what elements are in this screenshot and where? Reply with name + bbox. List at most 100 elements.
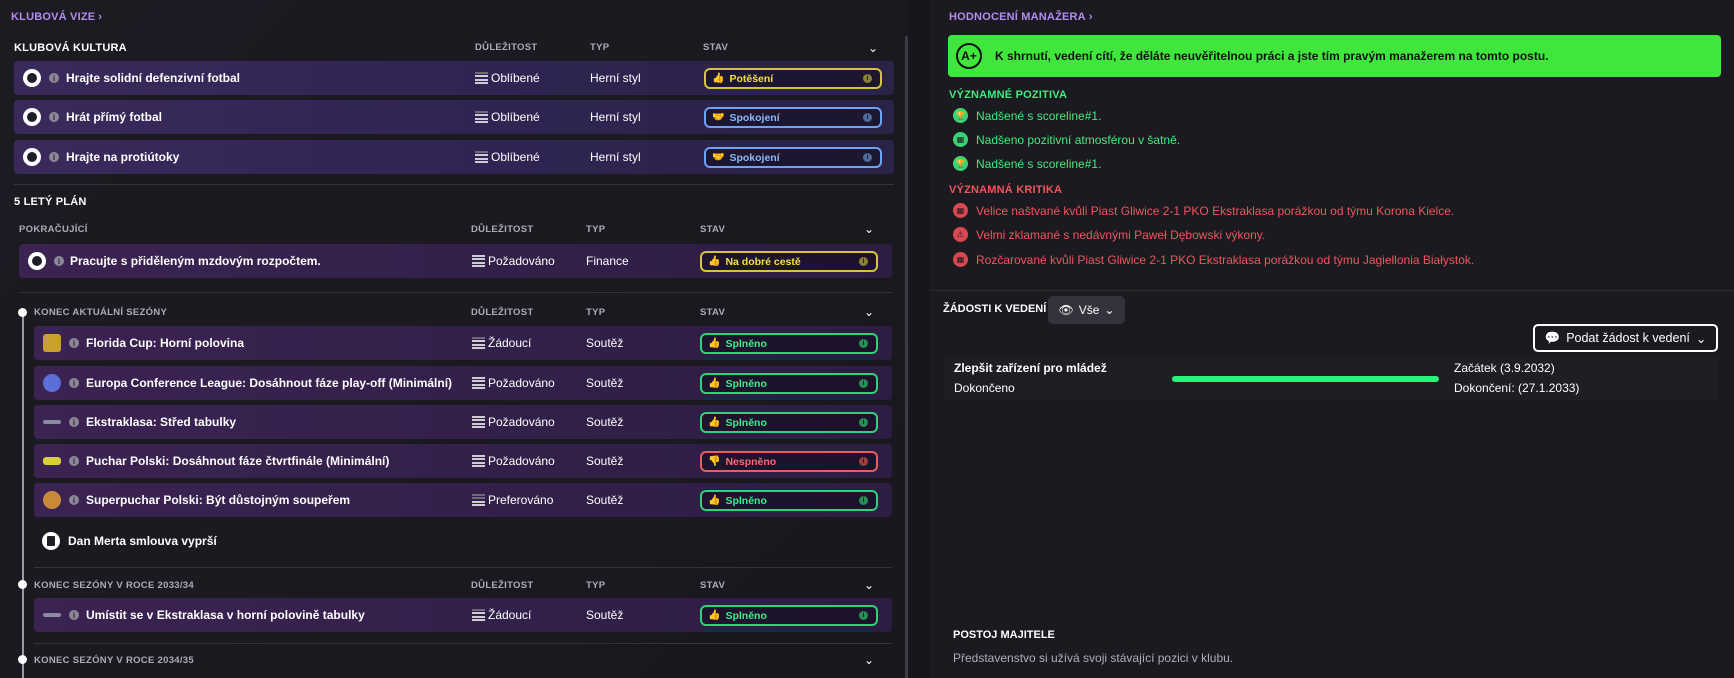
info-icon[interactable]: i <box>49 73 59 83</box>
calendar-icon: ▦ <box>953 252 968 267</box>
importance-bars-icon <box>472 254 485 268</box>
culture-row[interactable]: i Hrajte na protiútoky Oblíbené Herní st… <box>14 140 894 174</box>
status-label: Nespněno <box>725 455 777 468</box>
info-icon[interactable]: i <box>863 113 872 122</box>
info-icon[interactable]: i <box>859 257 868 266</box>
plan-row[interactable]: i Europa Conference League: Dosáhnout fá… <box>34 366 892 400</box>
contract-expiry-item[interactable]: Dan Merta smlouva vyprší <box>42 532 217 550</box>
importance: Oblíbené <box>475 71 540 85</box>
info-icon[interactable]: i <box>69 456 79 466</box>
status-badge[interactable]: 👍 Potěšení i <box>704 68 882 89</box>
filter-label: Vše <box>1078 303 1100 317</box>
info-icon[interactable]: i <box>69 378 79 388</box>
collapse-club-culture-chevron-icon[interactable]: ⌄ <box>866 41 880 55</box>
criticism-item[interactable]: ▦ Rozčarované kvůli Piast Gliwice 2-1 PKO… <box>953 252 1474 267</box>
importance-bars-icon <box>475 71 488 85</box>
timeline-dot <box>18 655 27 664</box>
submit-request-button[interactable]: 💬 Podat žádost k vedení ⌄ <box>1533 324 1718 352</box>
collapse-ongoing-chevron-icon[interactable]: ⌄ <box>862 222 876 236</box>
info-icon[interactable]: i <box>69 417 79 427</box>
importance: Požadováno <box>472 376 555 390</box>
culture-row[interactable]: i Hrajte solidní defenzivní fotbal Oblíb… <box>14 61 894 95</box>
collapse-end-2034-chevron-icon[interactable]: ⌄ <box>862 653 876 667</box>
criticism-item[interactable]: ▦ Velice naštvané kvůli Piast Gliwice 2-1… <box>953 203 1454 218</box>
info-icon[interactable]: i <box>859 611 868 620</box>
positive-item[interactable]: 🏆 Nadšené s scoreline#1. <box>953 156 1101 171</box>
puchar-polski-icon <box>43 457 61 465</box>
info-icon[interactable]: i <box>863 153 872 162</box>
divider <box>34 567 892 568</box>
info-icon[interactable]: i <box>54 256 64 266</box>
info-icon[interactable]: i <box>49 152 59 162</box>
criticism-text: Velmi zklamané s nedávnými Paweł Dębowsk… <box>976 227 1266 242</box>
col-type: TYP <box>586 307 606 318</box>
football-icon <box>23 69 41 87</box>
grade-badge: A+ <box>956 43 982 69</box>
info-icon[interactable]: i <box>49 112 59 122</box>
positive-item[interactable]: ▦ Nadšeno pozitivní atmosférou v šatně. <box>953 132 1180 147</box>
culture-title: Hrajte solidní defenzivní fotbal <box>66 71 241 85</box>
info-icon[interactable]: i <box>859 379 868 388</box>
col-importance: DŮLEŽITOST <box>471 307 534 318</box>
submit-request-label: Podat žádost k vedení <box>1566 331 1690 345</box>
timeline-dot <box>18 580 27 589</box>
type-label: Herní styl <box>590 71 641 85</box>
five-year-plan-title: 5 LETÝ PLÁN <box>14 196 87 208</box>
status-badge[interactable]: 👍 Splněno i <box>700 373 878 394</box>
type-label: Soutěž <box>586 493 624 507</box>
type-label: Soutěž <box>586 336 624 350</box>
plan-row[interactable]: i Florida Cup: Horní polovina Žádoucí So… <box>34 326 892 360</box>
status-label: Splněno <box>725 377 767 390</box>
criticism-title: VÝZNAMNÁ KRITIKA <box>949 184 1063 196</box>
chevron-right-icon: › <box>98 11 103 23</box>
status-badge[interactable]: 👍 Na dobré cestě i <box>700 251 878 272</box>
importance-label: Oblíbené <box>491 110 540 124</box>
divider <box>34 643 892 644</box>
status-badge[interactable]: 🤝 Spokojení i <box>704 147 882 168</box>
info-icon[interactable]: i <box>69 495 79 505</box>
info-icon[interactable]: i <box>859 339 868 348</box>
info-icon[interactable]: i <box>859 457 868 466</box>
football-icon <box>23 148 41 166</box>
col-type: TYP <box>586 224 606 235</box>
plan-row[interactable]: i Umístit se v Ekstraklasa v horní polov… <box>34 598 892 632</box>
status-badge[interactable]: 👍 Splněno i <box>700 412 878 433</box>
criticism-text: Velice naštvané kvůli Piast Gliwice 2-1 … <box>976 203 1455 218</box>
plan-row[interactable]: i Ekstraklasa: Střed tabulky Požadováno … <box>34 405 892 439</box>
request-row[interactable]: Zlepšit zařízení pro mládež Dokončeno Za… <box>944 356 1719 400</box>
request-progress-bar <box>1172 376 1439 382</box>
plan-row[interactable]: i Puchar Polski: Dosáhnout fáze čtvrtfin… <box>34 444 892 478</box>
type-label: Soutěž <box>586 454 624 468</box>
info-icon[interactable]: i <box>69 610 79 620</box>
importance-label: Požadováno <box>488 415 555 429</box>
plan-title: Umístit se v Ekstraklasa v horní polovin… <box>86 608 365 622</box>
status-badge[interactable]: 🤝 Spokojení i <box>704 107 882 128</box>
status-badge[interactable]: 👎 Nespněno i <box>700 451 878 472</box>
superpuchar-icon <box>43 491 61 509</box>
plan-row[interactable]: i Pracujte s přiděleným mzdovým rozpočte… <box>19 244 892 278</box>
scrollbar[interactable] <box>905 36 908 678</box>
status-badge[interactable]: 👍 Splněno i <box>700 490 878 511</box>
culture-row[interactable]: i Hrát přímý fotbal Oblíbené Herní styl … <box>14 100 894 134</box>
status-badge[interactable]: 👍 Splněno i <box>700 333 878 354</box>
collapse-end-current-chevron-icon[interactable]: ⌄ <box>862 305 876 319</box>
collapse-end-2033-chevron-icon[interactable]: ⌄ <box>862 578 876 592</box>
info-icon[interactable]: i <box>863 74 872 83</box>
status-badge[interactable]: 👍 Splněno i <box>700 605 878 626</box>
requests-filter-dropdown[interactable]: 👁 Vše ⌄ <box>1048 296 1125 324</box>
evaluation-summary-text: K shrnutí, vedení cítí, že děláte neuvěř… <box>995 49 1549 63</box>
scrollbar-thumb[interactable] <box>905 36 908 678</box>
info-icon[interactable]: i <box>859 418 868 427</box>
divider <box>19 292 892 293</box>
importance: Oblíbené <box>475 150 540 164</box>
col-status: STAV <box>700 224 726 235</box>
culture-title: Hrát přímý fotbal <box>66 110 163 124</box>
plan-row[interactable]: i Superpuchar Polski: Být důstojným soup… <box>34 483 892 517</box>
info-icon[interactable]: i <box>69 338 79 348</box>
criticism-item[interactable]: ⚠ Velmi zklamané s nedávnými Paweł Dębows… <box>953 227 1265 242</box>
manager-evaluation-link[interactable]: HODNOCENÍ MANAŽERA › <box>949 11 1093 23</box>
club-vision-link[interactable]: KLUBOVÁ VIZE › <box>11 11 102 23</box>
positive-item[interactable]: 🏆 Nadšené s scoreline#1. <box>953 108 1101 123</box>
importance: Oblíbené <box>475 110 540 124</box>
info-icon[interactable]: i <box>859 496 868 505</box>
